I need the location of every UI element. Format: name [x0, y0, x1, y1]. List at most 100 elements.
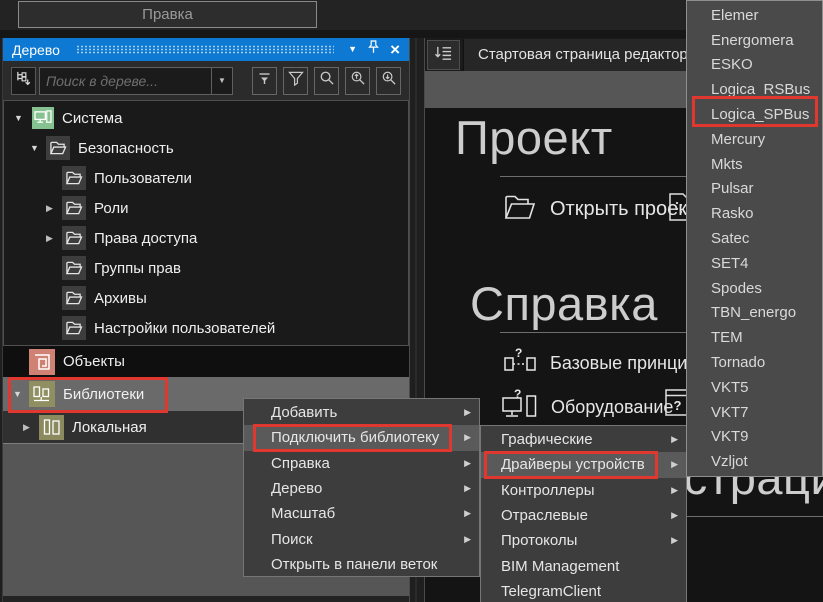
hardware-link[interactable]: ? Оборудование [501, 388, 673, 426]
driver-menu-item[interactable]: Mkts [687, 152, 822, 177]
chevron-collapsed-icon[interactable]: ▶ [46, 203, 62, 214]
context-menu-item[interactable]: Подключить библиотеку▶ [244, 425, 479, 450]
application-window: Правка Стартовая страница редактора Прое… [0, 0, 823, 602]
chevron-right-icon: ▶ [464, 458, 471, 469]
local-library-icon [39, 415, 64, 440]
driver-menu-item[interactable]: VKT9 [687, 425, 822, 450]
libraries-icon [29, 381, 55, 407]
drag-handle[interactable] [76, 45, 334, 54]
chevron-expanded-icon[interactable]: ▼ [14, 113, 30, 123]
objects-icon [29, 349, 55, 375]
tree-section-objects[interactable]: Объекты [3, 346, 409, 377]
submenu-item[interactable]: Драйверы устройств▶ [481, 452, 686, 477]
driver-menu-item[interactable]: Pulsar [687, 177, 822, 202]
chevron-collapsed-icon[interactable]: ▶ [46, 233, 62, 244]
driver-menu-item[interactable]: Energomera [687, 28, 822, 53]
context-menu-item[interactable]: Масштаб▶ [244, 501, 479, 526]
driver-menu-item[interactable]: Logica_SPBus [687, 102, 822, 127]
chevron-right-icon: ▶ [671, 434, 678, 445]
search-up-button[interactable] [345, 67, 370, 95]
chevron-right-icon: ▶ [464, 407, 471, 418]
folder-icon [62, 166, 86, 190]
system-icon [32, 107, 54, 129]
chevron-expanded-icon[interactable]: ▼ [13, 389, 29, 399]
chevron-right-icon: ▶ [671, 459, 678, 470]
driver-menu-item[interactable]: VKT7 [687, 400, 822, 425]
driver-menu-item[interactable]: Spodes [687, 276, 822, 301]
open-folder-icon [503, 192, 536, 226]
submenu-item[interactable]: Графические▶ [481, 427, 686, 452]
driver-menu-item[interactable]: VKT5 [687, 375, 822, 400]
driver-menu-item[interactable]: Elemer [687, 3, 822, 28]
search-icon [319, 70, 335, 91]
project-heading: Проект [455, 110, 613, 165]
driver-menu-item[interactable]: Tornado [687, 350, 822, 375]
context-menu-item[interactable]: Поиск▶ [244, 526, 479, 551]
context-menu-item[interactable]: Справка▶ [244, 451, 479, 476]
linked-help-icon: ? [503, 346, 537, 381]
panel-menu-chevron-icon[interactable]: ▼ [348, 38, 357, 61]
submenu-item[interactable]: TelegramClient [481, 579, 686, 602]
tree-item[interactable]: ▼Безопасность [4, 133, 408, 163]
tree-item[interactable]: ▶Права доступа [4, 223, 408, 253]
submenu-item[interactable]: Отраслевые▶ [481, 503, 686, 528]
tree-options-button[interactable] [11, 67, 36, 95]
tree-item[interactable]: Настройки пользователей [4, 313, 408, 343]
submenu-item[interactable]: Контроллеры▶ [481, 478, 686, 503]
tab-list-icon [434, 44, 453, 67]
driver-menu-item[interactable]: SET4 [687, 251, 822, 276]
search-dropdown-button[interactable]: ▼ [211, 68, 232, 94]
chevron-right-icon: ▶ [671, 535, 678, 546]
driver-menu-item[interactable]: Logica_RSBus [687, 77, 822, 102]
search-down-icon [381, 70, 397, 91]
driver-menu-item[interactable]: Satec [687, 226, 822, 251]
svg-text:?: ? [514, 388, 521, 401]
search-button[interactable] [314, 67, 339, 95]
tree-items: ▼Система▼БезопасностьПользователи▶Роли▶П… [3, 100, 409, 346]
basic-principles-link[interactable]: ? Базовые принципы [503, 346, 710, 381]
pin-icon[interactable] [368, 38, 379, 61]
context-menu-item[interactable]: Добавить▶ [244, 400, 479, 425]
tree-search-input[interactable] [40, 68, 211, 94]
collapse-all-button[interactable] [252, 67, 277, 95]
driver-menu-item[interactable]: Mercury [687, 127, 822, 152]
search-box: ▼ [39, 67, 233, 95]
tree-item[interactable]: Группы прав [4, 253, 408, 283]
driver-menu-item[interactable]: Rasko [687, 201, 822, 226]
svg-text:?: ? [515, 346, 522, 360]
driver-menu-item[interactable]: TEM [687, 325, 822, 350]
chevron-right-icon: ▶ [671, 485, 678, 496]
edit-menu-button[interactable]: Правка [18, 1, 317, 28]
submenu-item[interactable]: BIM Management [481, 553, 686, 578]
hardware-label: Оборудование [551, 397, 673, 418]
close-icon[interactable]: × [390, 38, 400, 61]
tree-panel-title: Дерево [12, 42, 60, 58]
tree-item[interactable]: ▼Система [4, 103, 408, 133]
search-up-icon [350, 70, 366, 91]
chevron-right-icon: ▶ [464, 483, 471, 494]
chevron-right-icon: ▶ [464, 508, 471, 519]
context-menu-item[interactable]: Дерево▶ [244, 476, 479, 501]
chevron-expanded-icon[interactable]: ▼ [30, 143, 46, 153]
tree-item[interactable]: Архивы [4, 283, 408, 313]
tree-panel-titlebar[interactable]: Дерево ▼ × [3, 38, 409, 61]
context-menu-item[interactable]: Открыть в панели веток [244, 552, 479, 577]
hardware-help-icon: ? [501, 388, 538, 426]
filter-icon [288, 71, 304, 91]
driver-menu-item[interactable]: TBN_energo [687, 301, 822, 326]
driver-menu-item[interactable]: Vzljot [687, 449, 822, 474]
context-menu: Добавить▶Подключить библиотеку▶Справка▶Д… [243, 398, 480, 577]
svg-text:?: ? [674, 398, 682, 413]
tree-item[interactable]: Пользователи [4, 163, 408, 193]
tree-options-icon [15, 70, 32, 92]
library-submenu: Графические▶Драйверы устройств▶Контролле… [480, 425, 687, 602]
tree-item[interactable]: ▶Роли [4, 193, 408, 223]
tab-list-button[interactable] [427, 40, 460, 70]
search-down-button[interactable] [376, 67, 401, 95]
driver-menu-item[interactable]: ESKO [687, 53, 822, 78]
chevron-collapsed-icon[interactable]: ▶ [23, 422, 39, 433]
submenu-item[interactable]: Протоколы▶ [481, 528, 686, 553]
chevron-right-icon: ▶ [671, 510, 678, 521]
filter-button[interactable] [283, 67, 308, 95]
folder-icon [62, 316, 86, 340]
